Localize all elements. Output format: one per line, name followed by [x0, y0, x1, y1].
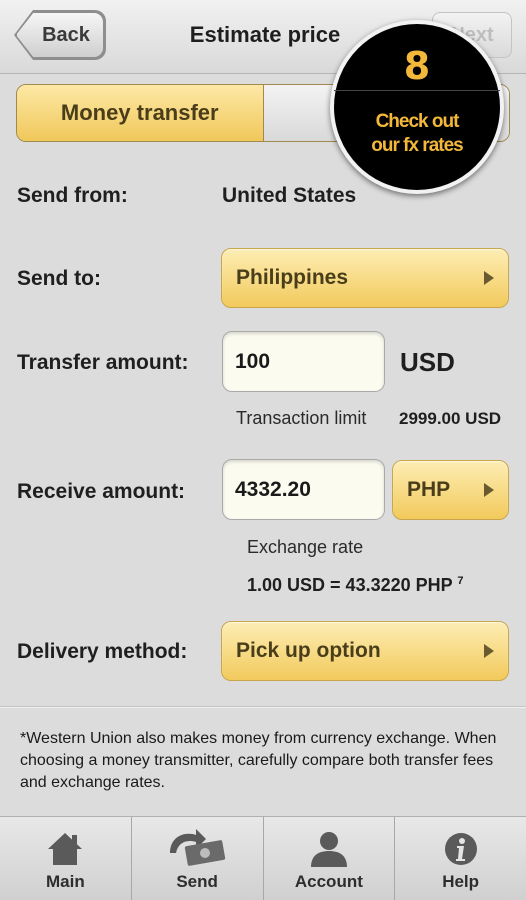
chevron-right-icon [484, 483, 494, 497]
house-icon [48, 833, 83, 865]
receive-currency-selector[interactable]: PHP [392, 460, 509, 520]
promo-text: Check out our fx rates [334, 110, 500, 158]
tab-main[interactable]: Main [0, 817, 132, 900]
info-icon [444, 833, 477, 865]
send-to-label: Send to: [17, 267, 101, 290]
exchange-rate-footnote: 7 [457, 575, 464, 587]
exchange-rate-value: 1.00 USD = 43.3220 PHP 7 [247, 575, 463, 596]
tab-send-label: Send [176, 872, 218, 891]
receive-amount-input[interactable]: 4332.20 [222, 459, 385, 520]
delivery-method-label: Delivery method: [17, 640, 188, 663]
transfer-amount-label: Transfer amount: [17, 351, 189, 374]
promo-divider [334, 90, 500, 91]
promo-line-2: our fx rates [371, 135, 463, 156]
tab-account-label: Account [294, 872, 363, 891]
transaction-limit-value: 2999.00 USD [399, 409, 502, 428]
tab-help-label: Help [442, 872, 480, 891]
chevron-right-icon [484, 644, 494, 658]
send-money-icon [170, 829, 226, 866]
receive-amount-label: Receive amount: [17, 480, 186, 503]
transfer-currency: USD [400, 347, 455, 377]
back-button[interactable]: Back [16, 12, 104, 58]
exchange-rate-label: Exchange rate [247, 537, 364, 557]
chevron-right-icon [484, 271, 494, 285]
tab-main-label: Main [46, 872, 85, 891]
delivery-method-selector[interactable]: Pick up option [221, 621, 509, 681]
delivery-method-value: Pick up option [236, 639, 381, 662]
divider [0, 706, 526, 708]
send-from-label: Send from: [17, 184, 128, 207]
promo-line-1: Check out [375, 111, 460, 132]
segment-money-transfer[interactable]: Money transfer [17, 85, 264, 141]
transaction-limit-label: Transaction limit [236, 408, 367, 428]
tab-bar: Main Send Account Help [0, 816, 526, 900]
send-to-selector[interactable]: Philippines [221, 248, 509, 308]
tab-help[interactable]: Help [395, 817, 526, 900]
disclaimer-text: *Western Union also makes money from cur… [20, 730, 497, 791]
promo-number: 8 [403, 44, 431, 88]
person-icon [310, 832, 347, 867]
tab-account[interactable]: Account [264, 817, 396, 900]
fx-rates-promo-badge[interactable]: 8 Check out our fx rates [330, 20, 504, 194]
exchange-rate-text: 1.00 USD = 43.3220 PHP [247, 575, 453, 595]
send-to-value: Philippines [236, 266, 349, 289]
send-from-value: United States [222, 184, 357, 207]
transfer-amount-input[interactable]: 100 [222, 331, 385, 392]
tab-send[interactable]: Send [132, 817, 264, 900]
receive-currency-value: PHP [407, 478, 451, 501]
